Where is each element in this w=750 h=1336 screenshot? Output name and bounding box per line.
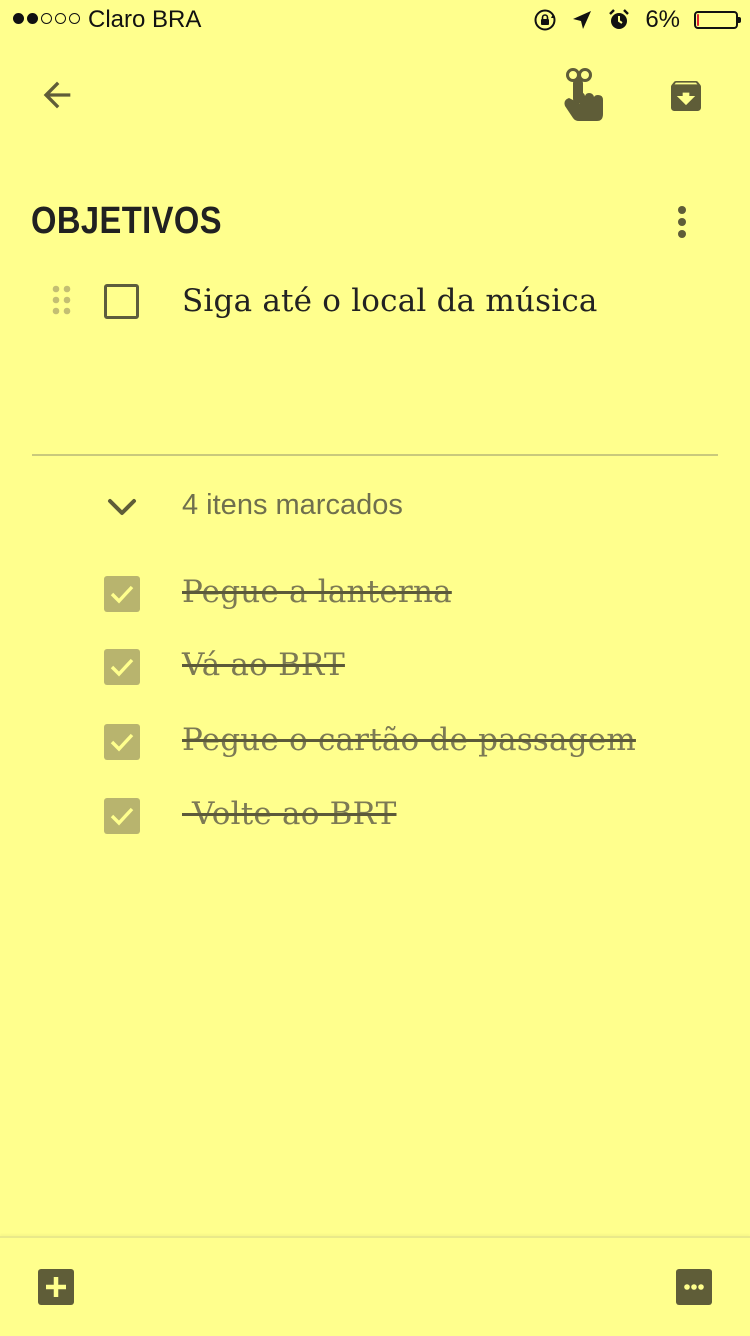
item-text[interactable]: Siga até o local da música bbox=[182, 283, 598, 319]
title-more-options-button[interactable] bbox=[664, 200, 700, 248]
checked-list-item: Pegue a lanterna bbox=[104, 574, 704, 612]
checked-item-text[interactable]: Vá ao BRT bbox=[182, 647, 345, 683]
checked-list-item: Volte ao BRT bbox=[104, 796, 704, 834]
status-bar: Claro BRA 6% bbox=[0, 0, 750, 40]
checked-item-text[interactable]: Pegue a lanterna bbox=[182, 574, 452, 610]
note-title[interactable]: OBJETIVOS bbox=[31, 200, 222, 243]
reminder-finger-icon bbox=[559, 67, 607, 127]
rotation-lock-icon bbox=[533, 8, 557, 32]
back-button[interactable] bbox=[30, 70, 84, 124]
check-icon bbox=[110, 658, 134, 677]
alarm-clock-icon bbox=[607, 8, 631, 32]
checked-list-item: Vá ao BRT bbox=[104, 647, 704, 685]
carrier-name: Claro BRA bbox=[88, 6, 202, 33]
add-button[interactable] bbox=[38, 1269, 74, 1305]
arrow-back-icon bbox=[37, 75, 77, 120]
item-checkbox-checked[interactable] bbox=[104, 649, 140, 685]
checked-list-item: Pegue o cartão de passagem bbox=[104, 722, 704, 760]
more-horiz-icon bbox=[684, 1284, 704, 1290]
battery-percent: 6% bbox=[645, 6, 680, 33]
checked-items-count[interactable]: 4 itens marcados bbox=[182, 489, 403, 522]
add-box-icon bbox=[46, 1277, 66, 1297]
more-vert-icon bbox=[676, 204, 688, 245]
divider bbox=[32, 454, 718, 456]
signal-strength-icon bbox=[13, 13, 80, 24]
bottom-toolbar bbox=[0, 1236, 750, 1336]
battery-level-fill bbox=[697, 14, 699, 26]
checked-item-text[interactable]: Pegue o cartão de passagem bbox=[182, 722, 636, 758]
archive-icon bbox=[666, 76, 706, 121]
drag-handle-icon[interactable] bbox=[50, 284, 74, 320]
check-icon bbox=[110, 733, 134, 752]
archive-button[interactable] bbox=[658, 70, 714, 126]
reminder-button[interactable] bbox=[552, 66, 614, 128]
check-icon bbox=[110, 585, 134, 604]
checked-item-text[interactable]: Volte ao BRT bbox=[182, 796, 396, 832]
more-actions-button[interactable] bbox=[676, 1269, 712, 1305]
battery-icon bbox=[694, 11, 741, 29]
collapse-checked-button[interactable] bbox=[104, 492, 140, 524]
item-checkbox-checked[interactable] bbox=[104, 724, 140, 760]
chevron-down-icon bbox=[104, 499, 140, 528]
check-icon bbox=[110, 807, 134, 826]
item-checkbox-checked[interactable] bbox=[104, 576, 140, 612]
item-checkbox[interactable] bbox=[104, 284, 139, 319]
location-arrow-icon bbox=[571, 9, 593, 31]
item-checkbox-checked[interactable] bbox=[104, 798, 140, 834]
